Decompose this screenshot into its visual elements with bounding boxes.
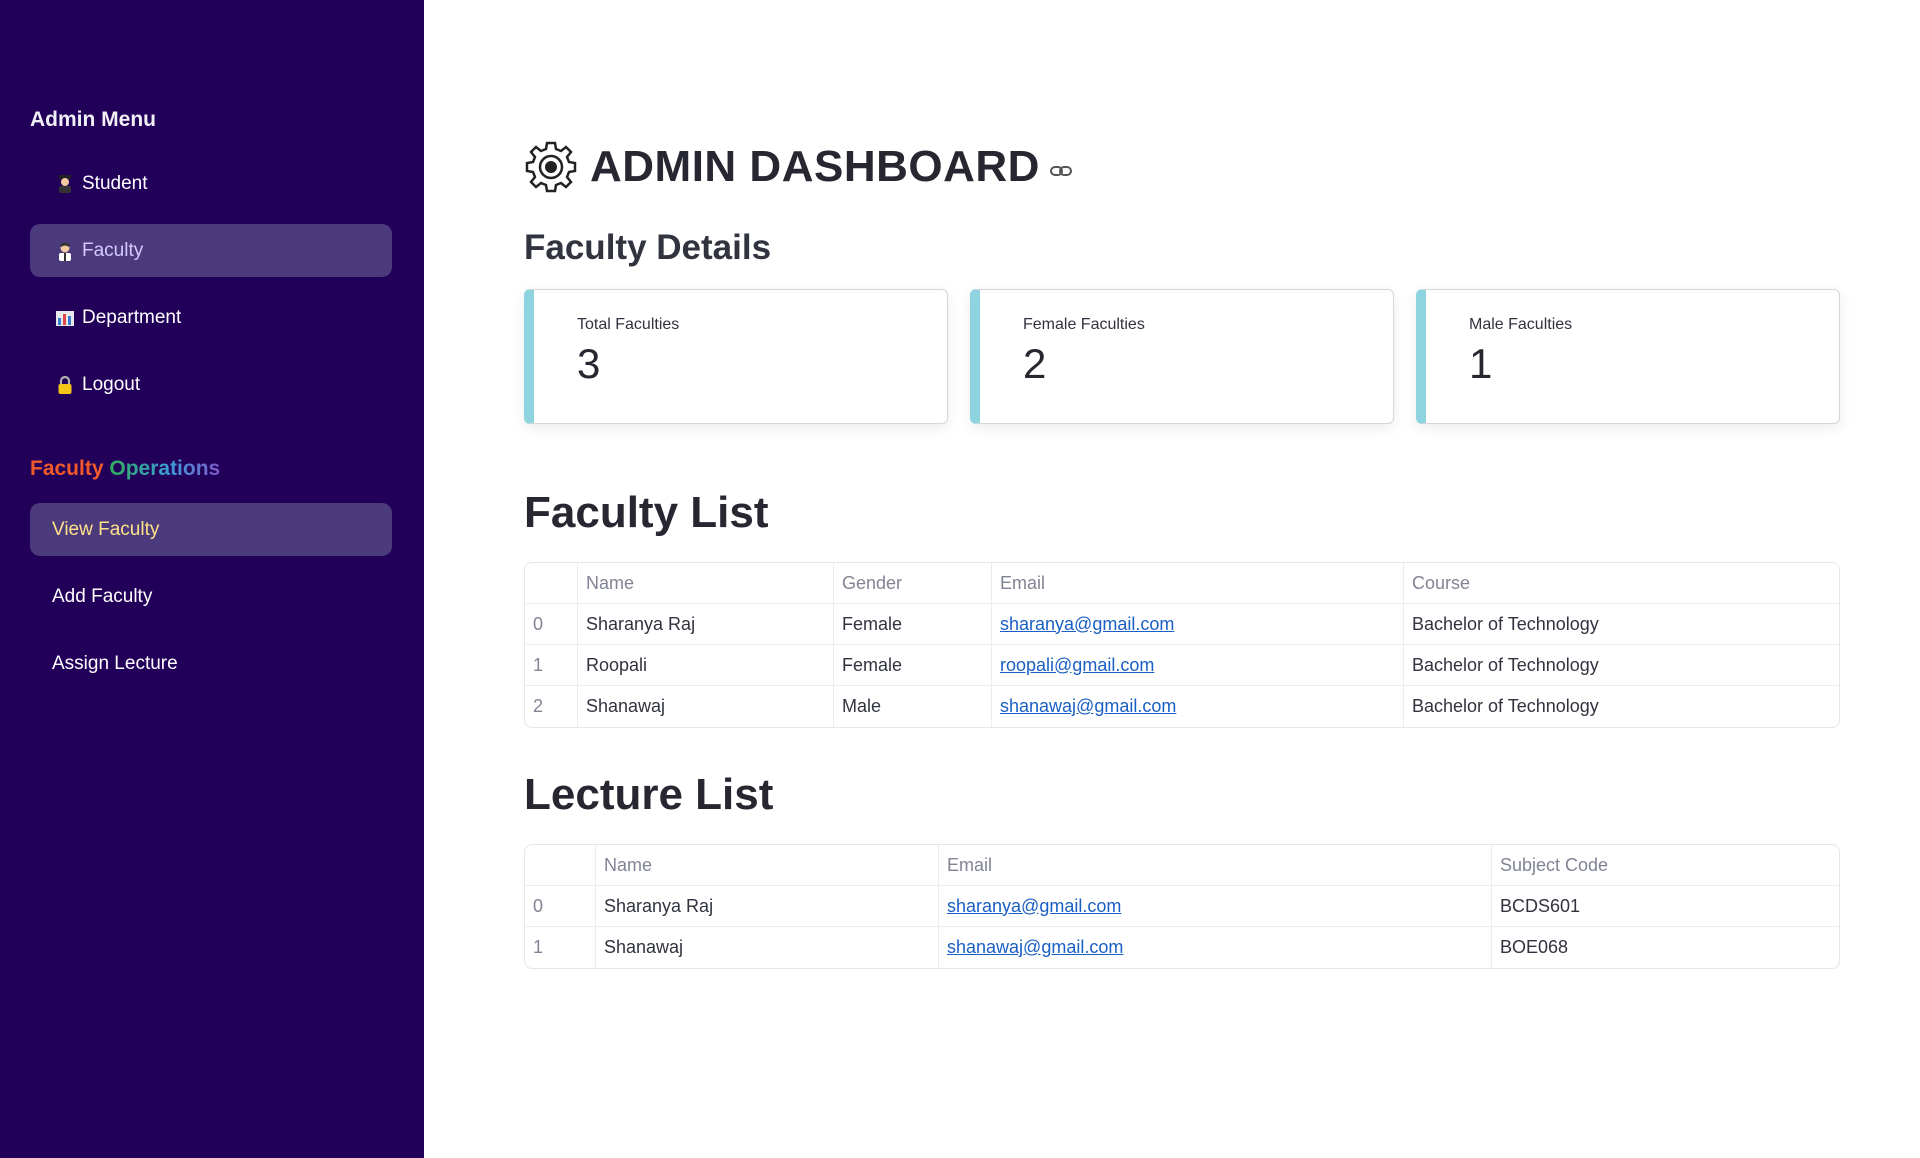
metric-label: Female Faculties [1023, 316, 1145, 333]
email-link[interactable]: sharanya@gmail.com [1000, 614, 1174, 634]
faculty-table: Name Gender Email Course 0 Sharanya Raj … [524, 562, 1840, 728]
cell-email: shanawaj@gmail.com [992, 686, 1404, 727]
student-icon [54, 173, 76, 195]
email-link[interactable]: shanawaj@gmail.com [947, 937, 1123, 957]
sidebar-item-faculty[interactable]: Faculty [30, 224, 392, 277]
metric-label: Male Faculties [1469, 316, 1573, 333]
table-row: 1 Shanawaj shanawaj@gmail.com BOE068 [525, 927, 1839, 968]
cell-gender: Female [834, 645, 992, 686]
page-title: ADMIN DASHBOARD [590, 142, 1040, 191]
metric-card-female: Female Faculties 2 [970, 289, 1394, 424]
table-row: 1 Roopali Female roopali@gmail.com Bache… [525, 645, 1839, 686]
sidebar-item-label: Department [82, 306, 182, 328]
column-header-name[interactable]: Name [596, 845, 939, 886]
column-header-index [525, 563, 578, 604]
sidebar-item-label: Logout [82, 373, 141, 395]
add-faculty-option[interactable]: Add Faculty [30, 570, 392, 623]
teacher-icon [54, 240, 76, 262]
cell-gender: Male [834, 686, 992, 727]
cell-subject-code: BOE068 [1500, 937, 1569, 957]
metric-card-total: Total Faculties 3 [524, 289, 948, 424]
lecture-table: Name Email Subject Code 0 Sharanya Raj s… [524, 844, 1840, 969]
column-header-course[interactable]: Course [1404, 563, 1839, 604]
sidebar-item-logout[interactable]: Logout [30, 358, 392, 411]
cell-email: roopali@gmail.com [992, 645, 1404, 686]
metric-card-male: Male Faculties 1 [1416, 289, 1840, 424]
lecture-list-heading: Lecture List [524, 770, 774, 819]
cell-course: Bachelor of Technology [1404, 604, 1839, 645]
view-faculty-option[interactable]: View Faculty [30, 503, 392, 556]
sidebar-heading: Admin Menu [30, 108, 156, 131]
cell-name: Sharanya Raj [596, 886, 939, 927]
cell-name: Shanawaj [578, 686, 834, 727]
table-row: 0 Sharanya Raj Female sharanya@gmail.com… [525, 604, 1839, 645]
faculty-list-heading: Faculty List [524, 488, 769, 537]
row-index: 0 [525, 604, 578, 645]
sidebar-item-label: Student [82, 172, 148, 194]
metric-value: 3 [577, 340, 601, 387]
table-row: 0 Sharanya Raj sharanya@gmail.com BCDS60… [525, 886, 1839, 927]
sidebar: Admin Menu Student Faculty Department Lo… [0, 0, 424, 1158]
metric-cards: Total Faculties 3 Female Faculties 2 Mal… [524, 289, 1840, 424]
table-header-row: Name Email Subject Code [525, 845, 1839, 886]
email-link[interactable]: sharanya@gmail.com [947, 896, 1121, 916]
assign-lecture-option[interactable]: Assign Lecture [30, 637, 392, 690]
lock-icon [54, 374, 76, 396]
sidebar-item-department[interactable]: Department [30, 291, 392, 344]
column-header-gender[interactable]: Gender [834, 563, 992, 604]
column-header-index [525, 845, 596, 886]
row-index: 1 [525, 927, 596, 968]
cell-gender: Female [834, 604, 992, 645]
sidebar-item-student[interactable]: Student [30, 157, 392, 210]
page-title-row: ADMIN DASHBOARD [524, 140, 1072, 194]
row-index: 1 [525, 645, 578, 686]
cell-name: Shanawaj [596, 927, 939, 968]
gear-icon [525, 141, 577, 193]
cell-subject-code: BCDS601 [1492, 886, 1839, 927]
table-header-row: Name Gender Email Course [525, 563, 1839, 604]
cell-email: sharanya@gmail.com [992, 604, 1404, 645]
cell-name: Sharanya Raj [578, 604, 834, 645]
column-header-email[interactable]: Email [939, 845, 1492, 886]
faculty-details-heading: Faculty Details [524, 228, 772, 267]
building-chart-icon [54, 307, 76, 329]
metric-value: 1 [1469, 340, 1493, 387]
link-icon[interactable] [1049, 160, 1072, 182]
cell-email: shanawaj@gmail.com [939, 927, 1492, 968]
sidebar-item-label: Faculty [82, 239, 144, 261]
faculty-operations-heading: Faculty Operations [30, 457, 221, 480]
email-link[interactable]: roopali@gmail.com [1000, 655, 1154, 675]
column-header-name[interactable]: Name [578, 563, 834, 604]
email-link[interactable]: shanawaj@gmail.com [1000, 696, 1176, 716]
cell-course: Bachelor of Technology [1404, 645, 1839, 686]
cell-course: Bachelor of Technology [1412, 696, 1599, 716]
metric-label: Total Faculties [577, 316, 680, 333]
row-index: 0 [525, 886, 596, 927]
metric-value: 2 [1023, 340, 1047, 387]
table-row: 2 Shanawaj Male shanawaj@gmail.com Bache… [525, 686, 1839, 727]
cell-email: sharanya@gmail.com [939, 886, 1492, 927]
row-index: 2 [525, 686, 578, 727]
column-header-email[interactable]: Email [992, 563, 1404, 604]
cell-name: Roopali [578, 645, 834, 686]
column-header-subject-code[interactable]: Subject Code [1492, 845, 1839, 886]
